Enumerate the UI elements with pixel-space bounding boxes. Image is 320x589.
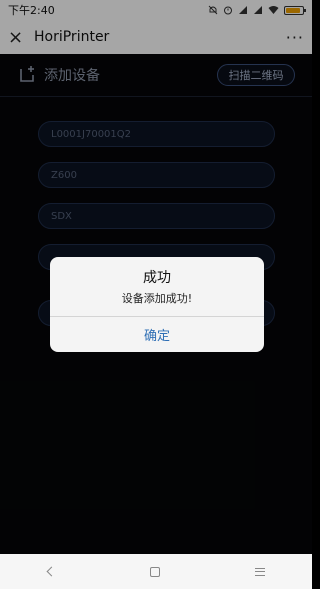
menu-icon[interactable] (254, 567, 265, 576)
success-dialog: 成功 设备添加成功! 确定 (50, 257, 264, 352)
home-icon[interactable] (149, 566, 160, 577)
dialog-title: 成功 (143, 270, 171, 286)
system-nav-bar (0, 554, 312, 589)
confirm-button[interactable]: 确定 (50, 317, 264, 352)
dialog-message: 设备添加成功! (121, 292, 193, 305)
back-icon[interactable] (46, 566, 56, 577)
